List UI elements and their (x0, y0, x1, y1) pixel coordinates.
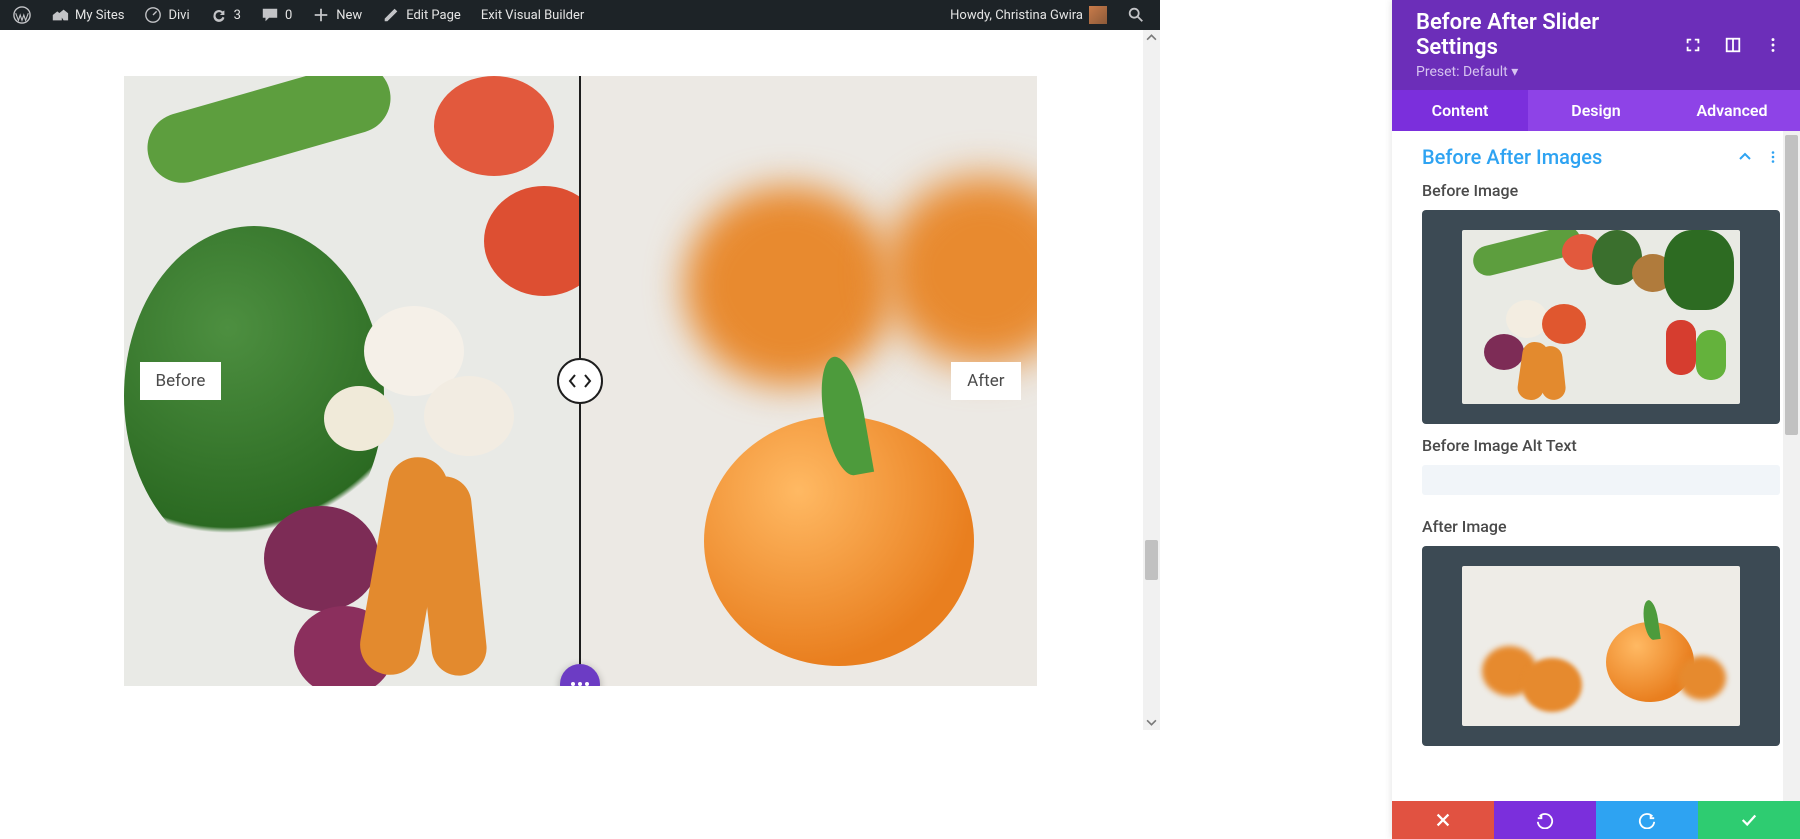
before-alt-field-label: Before Image Alt Text (1422, 436, 1780, 455)
settings-actions (1392, 801, 1800, 839)
expand-icon[interactable] (1684, 36, 1702, 54)
edit-page-label: Edit Page (406, 8, 461, 23)
section-more-icon[interactable] (1766, 150, 1780, 164)
page-scrollbar[interactable] (1143, 30, 1160, 730)
chevron-up-icon[interactable] (1738, 150, 1752, 164)
save-button[interactable] (1698, 801, 1800, 839)
chevron-right-icon (582, 374, 592, 388)
after-image-field-label: After Image (1422, 517, 1780, 536)
more-icon[interactable] (1764, 36, 1782, 54)
plus-icon (312, 6, 330, 24)
after-image-thumbnail (1462, 566, 1740, 726)
exit-visual-builder-link[interactable]: Exit Visual Builder (472, 0, 593, 30)
new-label: New (336, 8, 362, 23)
edit-page-link[interactable]: Edit Page (373, 0, 470, 30)
new-link[interactable]: New (303, 0, 371, 30)
exit-vb-label: Exit Visual Builder (481, 8, 584, 23)
wp-admin-bar: My Sites Divi 3 0 New Edit Page Exit Vis… (0, 0, 1160, 30)
check-icon (1740, 811, 1758, 829)
settings-panel: Before After Slider Settings Preset: Def… (1392, 0, 1800, 839)
panel-scrollbar[interactable] (1783, 131, 1800, 801)
settings-body: Before After Images Before Image (1392, 131, 1800, 801)
site-name-link[interactable]: Divi (135, 0, 198, 30)
slider-handle[interactable] (557, 358, 603, 404)
before-alt-input[interactable] (1422, 465, 1780, 495)
houses-icon (51, 6, 69, 24)
wordpress-icon (13, 6, 31, 24)
close-icon (1434, 811, 1452, 829)
page-canvas: Before After (0, 30, 1160, 839)
before-after-slider[interactable]: Before After (124, 76, 1037, 686)
site-name-label: Divi (168, 8, 189, 23)
avatar (1089, 6, 1107, 24)
howdy-link[interactable]: Howdy, Christina Gwira (941, 0, 1116, 30)
comments-count: 0 (285, 8, 292, 23)
snap-icon[interactable] (1724, 36, 1742, 54)
refresh-icon (210, 6, 228, 24)
gauge-icon (144, 6, 162, 24)
before-image-thumbnail (1462, 230, 1740, 404)
after-image-picker[interactable] (1422, 546, 1780, 746)
undo-icon (1536, 811, 1554, 829)
pencil-icon (382, 6, 400, 24)
tab-design[interactable]: Design (1528, 90, 1664, 131)
section-before-after-images[interactable]: Before After Images (1422, 145, 1780, 169)
chevron-down-icon: ▾ (1511, 64, 1518, 80)
search-icon (1127, 6, 1145, 24)
my-sites-label: My Sites (75, 8, 124, 23)
comments-link[interactable]: 0 (252, 0, 301, 30)
chevron-left-icon (568, 374, 578, 388)
before-image-picker[interactable] (1422, 210, 1780, 424)
wp-logo[interactable] (4, 0, 40, 30)
updates-count: 3 (234, 8, 241, 23)
panel-scroll-thumb[interactable] (1785, 135, 1798, 435)
page-scroll-thumb[interactable] (1145, 540, 1158, 580)
undo-button[interactable] (1494, 801, 1596, 839)
my-sites-link[interactable]: My Sites (42, 0, 133, 30)
redo-button[interactable] (1596, 801, 1698, 839)
tab-content[interactable]: Content (1392, 90, 1528, 131)
search-toggle[interactable] (1118, 0, 1154, 30)
section-title: Before After Images (1422, 145, 1602, 169)
scroll-down-icon[interactable] (1146, 717, 1157, 728)
comment-icon (261, 6, 279, 24)
settings-tabs: Content Design Advanced (1392, 90, 1800, 131)
before-label: Before (140, 362, 222, 400)
redo-icon (1638, 811, 1656, 829)
scroll-up-icon[interactable] (1146, 32, 1157, 43)
updates-link[interactable]: 3 (201, 0, 250, 30)
howdy-label: Howdy, Christina Gwira (950, 8, 1083, 23)
settings-header: Before After Slider Settings Preset: Def… (1392, 0, 1800, 90)
tab-advanced[interactable]: Advanced (1664, 90, 1800, 131)
cancel-button[interactable] (1392, 801, 1494, 839)
preset-dropdown[interactable]: Preset: Default ▾ (1416, 64, 1684, 80)
after-label: After (951, 362, 1020, 400)
before-image-field-label: Before Image (1422, 181, 1780, 200)
settings-title: Before After Slider Settings (1416, 10, 1684, 60)
